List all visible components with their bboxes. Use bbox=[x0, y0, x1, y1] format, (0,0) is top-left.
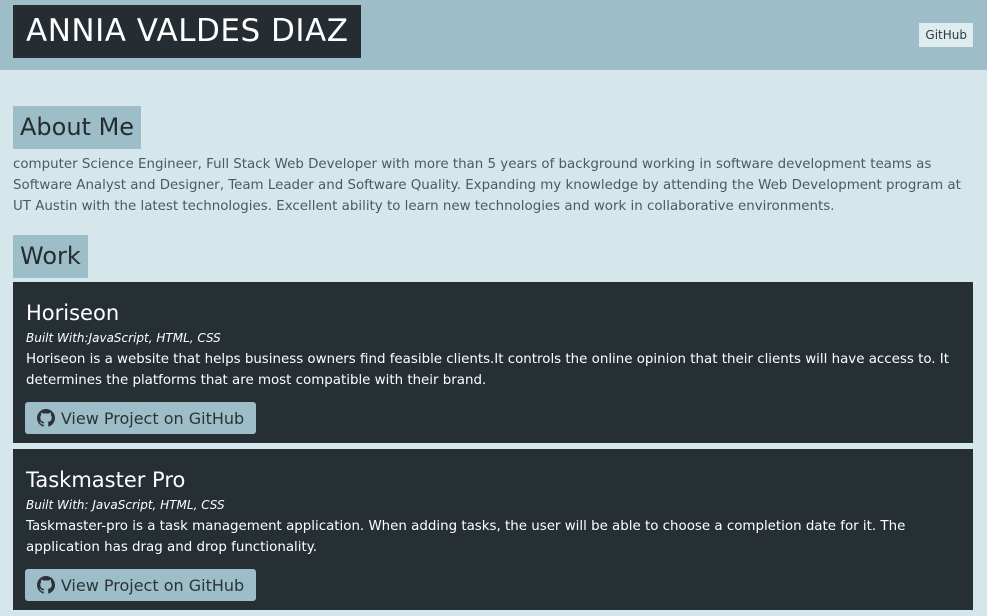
about-text: computer Science Engineer, Full Stack We… bbox=[13, 157, 961, 214]
view-project-button[interactable]: View Project on GitHub bbox=[25, 569, 256, 601]
project-title: Horiseon bbox=[26, 301, 120, 325]
project-built-with: Built With:JavaScript, HTML, CSS bbox=[26, 331, 221, 345]
project-card: Taskmaster Pro Built With: JavaScript, H… bbox=[13, 449, 973, 610]
nav-github-link[interactable]: GitHub bbox=[919, 23, 973, 47]
work-heading: Work bbox=[13, 235, 88, 278]
view-project-label: View Project on GitHub bbox=[60, 575, 245, 595]
project-title: Taskmaster Pro bbox=[26, 468, 186, 492]
github-icon bbox=[36, 409, 55, 427]
project-card: Horiseon Built With:JavaScript, HTML, CS… bbox=[13, 282, 973, 443]
view-project-label: View Project on GitHub bbox=[60, 408, 245, 428]
about-heading: About Me bbox=[13, 106, 142, 149]
github-icon bbox=[36, 576, 55, 594]
site-title: ANNIA VALDES DIAZ bbox=[13, 5, 362, 58]
site-header: ANNIA VALDES DIAZ GitHub bbox=[0, 0, 987, 70]
project-description: Taskmaster-pro is a task management appl… bbox=[26, 519, 906, 555]
project-built-with: Built With: JavaScript, HTML, CSS bbox=[26, 498, 225, 512]
project-description: Horiseon is a website that helps busines… bbox=[26, 352, 949, 388]
view-project-button[interactable]: View Project on GitHub bbox=[25, 402, 256, 434]
